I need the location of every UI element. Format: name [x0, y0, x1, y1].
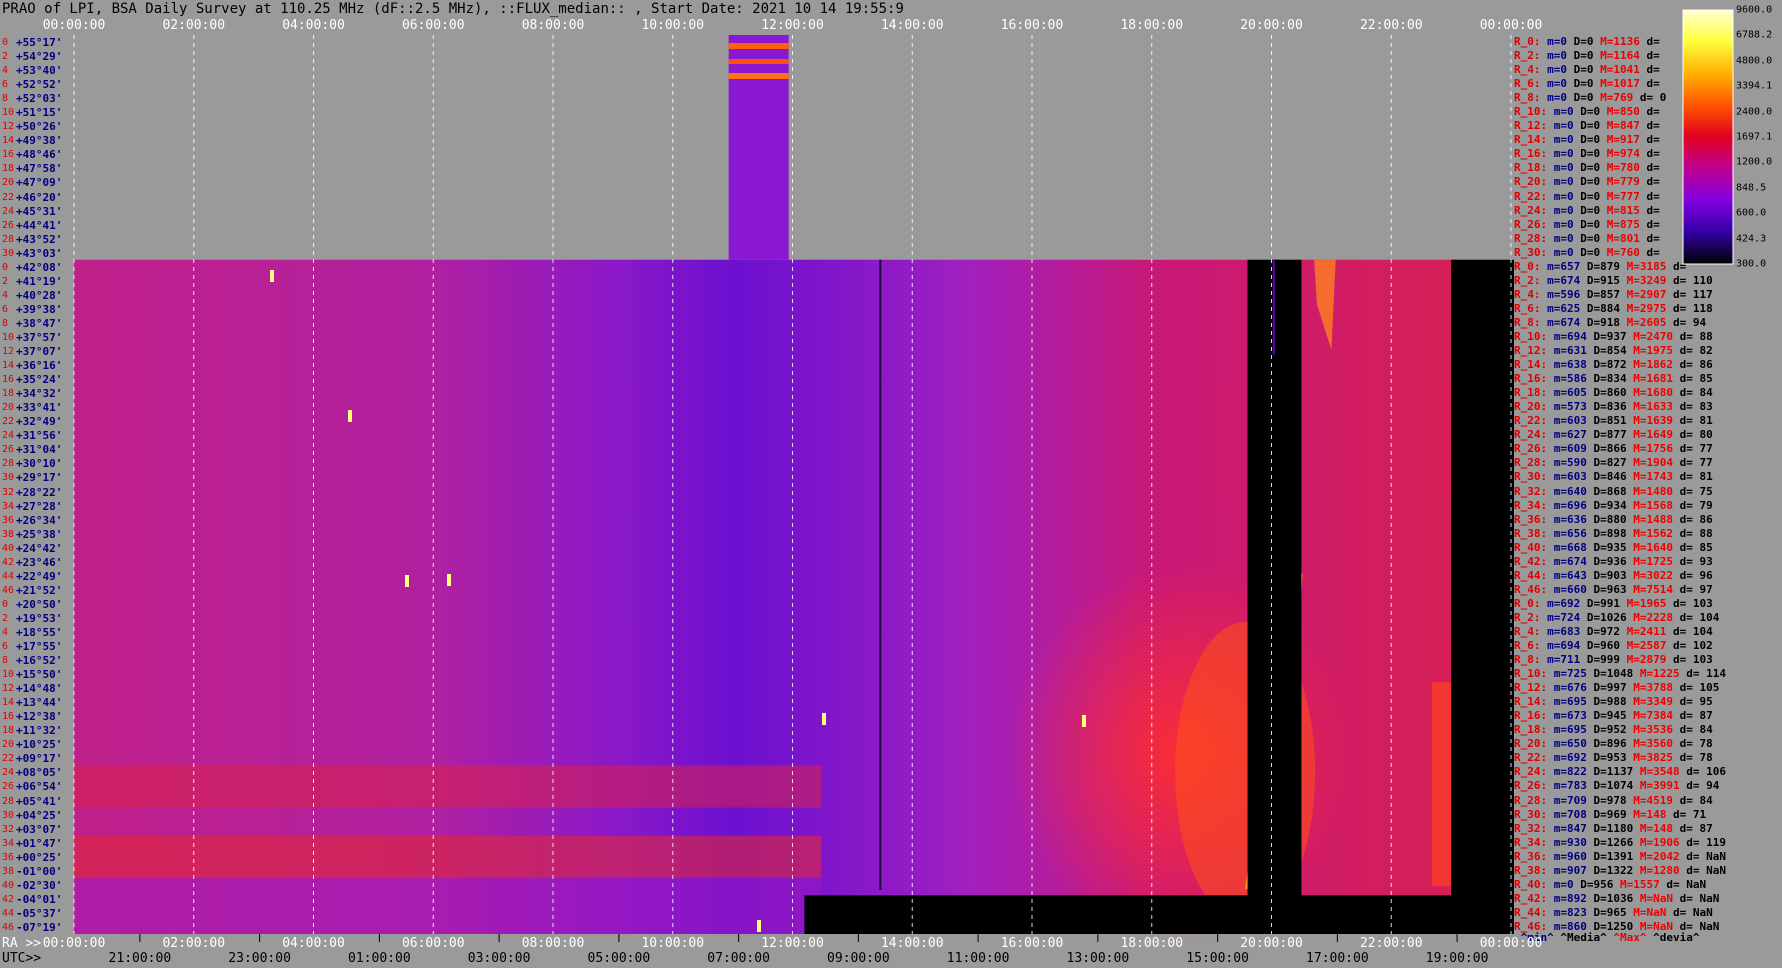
data-strip	[728, 35, 789, 260]
blank-column	[1271, 259, 1302, 934]
bright-band	[74, 765, 822, 808]
colorbar	[1682, 9, 1734, 265]
strip-band	[728, 73, 789, 79]
bright-spot	[1082, 715, 1086, 727]
heatmap-plot	[73, 9, 1734, 945]
bright-band	[74, 835, 822, 878]
dim-band	[74, 877, 822, 934]
bright-spot	[270, 270, 274, 282]
bright-spot	[348, 410, 352, 422]
strip-band	[728, 43, 789, 49]
blank-bottom	[804, 895, 1511, 934]
bright-spot	[822, 713, 826, 725]
dark-line	[879, 259, 882, 890]
strip-band	[728, 59, 789, 64]
bright-spot	[447, 574, 451, 586]
bright-spot	[405, 575, 409, 587]
bright-spot	[757, 920, 761, 932]
blank-column	[1451, 259, 1514, 934]
dark-line	[1272, 259, 1275, 355]
